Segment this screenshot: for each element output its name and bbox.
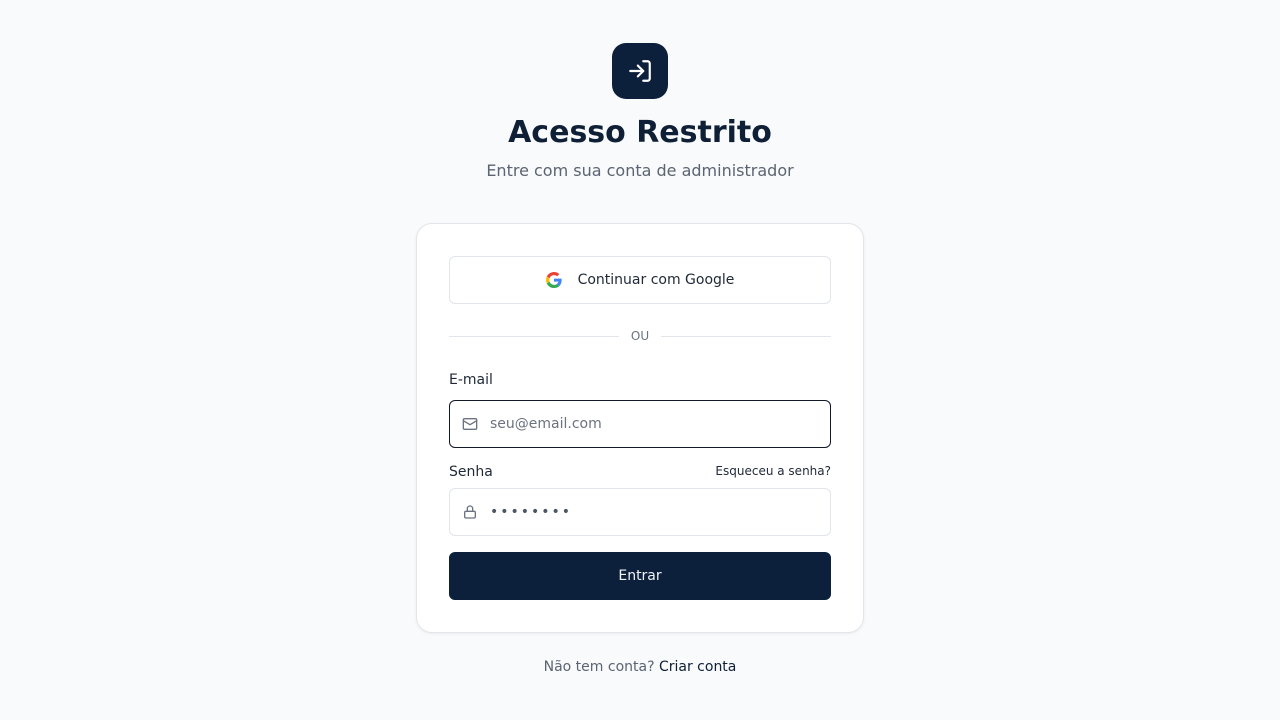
google-signin-button[interactable]: Continuar com Google xyxy=(449,256,831,304)
logo-badge xyxy=(612,43,668,99)
signup-prompt-text: Não tem conta? xyxy=(543,659,655,675)
google-button-label: Continuar com Google xyxy=(577,272,735,288)
email-field[interactable] xyxy=(449,400,831,448)
submit-button[interactable]: Entrar xyxy=(449,552,831,600)
password-field[interactable] xyxy=(449,488,831,536)
lock-icon xyxy=(450,504,490,520)
password-input[interactable] xyxy=(490,489,830,535)
create-account-link[interactable]: Criar conta xyxy=(659,659,736,675)
forgot-password-link[interactable]: Esqueceu a senha? xyxy=(715,464,831,478)
login-card: Continuar com Google OU E-mail Senha Esq… xyxy=(416,223,864,633)
divider-line-right xyxy=(661,335,832,337)
password-label: Senha xyxy=(449,464,493,480)
mail-icon xyxy=(450,416,490,432)
page-title: Acesso Restrito xyxy=(508,115,772,150)
divider-text: OU xyxy=(630,329,650,343)
divider-line-left xyxy=(449,335,619,337)
signup-prompt: Não tem conta? Criar conta xyxy=(0,657,1280,677)
google-icon xyxy=(545,272,562,288)
or-divider: OU xyxy=(449,327,832,345)
email-label: E-mail xyxy=(449,372,493,388)
page-subtitle: Entre com sua conta de administrador xyxy=(486,161,794,180)
sign-in-icon xyxy=(629,60,651,82)
email-input[interactable] xyxy=(490,401,830,447)
